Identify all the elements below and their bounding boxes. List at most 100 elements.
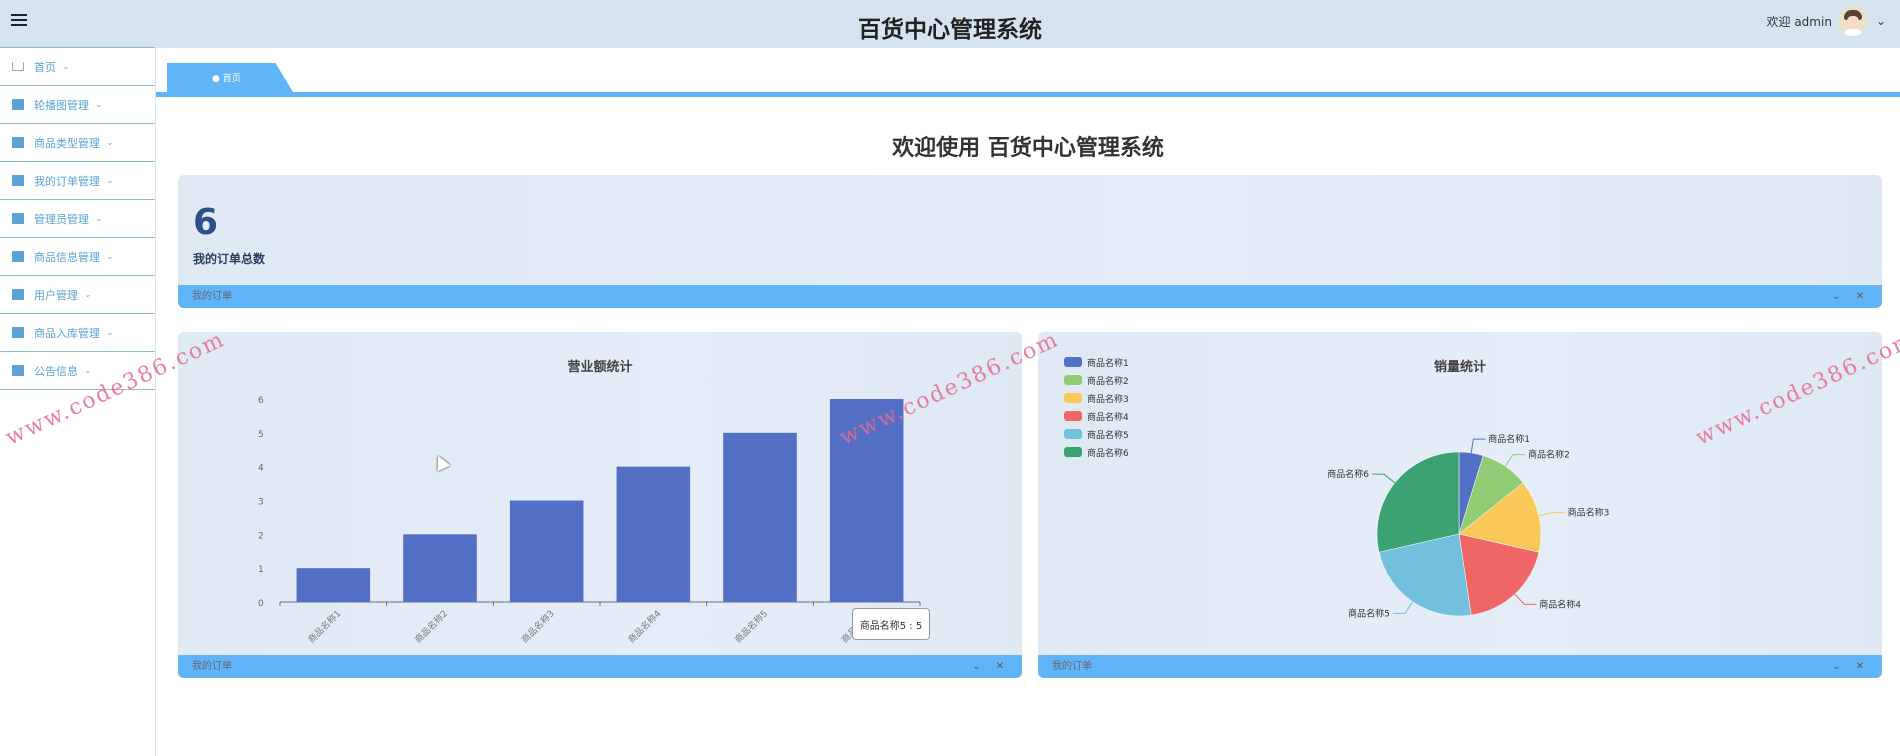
- page-title: 欢迎使用 百货中心管理系统: [892, 136, 1164, 161]
- pie-label-line: [1470, 438, 1486, 453]
- card-footer-label: 我的订单: [192, 291, 232, 302]
- pie-chart-card: 销量统计 商品名称1 商品名称2 商品名称3 商品名称4 商品名称5 商品名称6 商品名称1…: [1038, 332, 1882, 678]
- card-footer: 我的订单 ⌄ ✕: [178, 285, 1882, 308]
- pie-label-line: [1514, 593, 1537, 605]
- y-tick-label: 2: [258, 531, 264, 541]
- chevron-down-icon: ⌄: [84, 289, 92, 300]
- bar: [616, 466, 691, 602]
- building-icon: [12, 327, 24, 338]
- card-footer: 我的订单 ⌄ ✕: [178, 655, 1022, 678]
- pie-label: 商品名称6: [1327, 468, 1369, 480]
- chart-tooltip: 商品名称5 : 5: [852, 608, 930, 640]
- briefcase-icon: [12, 251, 24, 262]
- layout-icon: [12, 99, 24, 110]
- home-icon: [12, 62, 24, 71]
- bar: [509, 500, 584, 602]
- avatar[interactable]: [1837, 6, 1868, 36]
- x-tick-label: 商品名称5: [732, 608, 770, 646]
- ticket-icon: [12, 213, 24, 224]
- chevron-down-icon: ⌄: [84, 365, 92, 376]
- sidebar-item-label: 用户管理: [34, 288, 78, 302]
- sidebar-item-label: 我的订单管理: [34, 174, 100, 188]
- chevron-down-icon: ⌄: [106, 137, 114, 148]
- card-controls[interactable]: ⌄ ✕: [1832, 285, 1870, 308]
- card-controls[interactable]: ⌄ ✕: [972, 655, 1010, 678]
- pie-label: 商品名称1: [1488, 433, 1530, 445]
- y-tick-label: 4: [258, 464, 264, 474]
- award-icon: [12, 289, 24, 300]
- pie-chart: 商品名称1 商品名称2 商品名称3 商品名称4 商品名称5 商品名称6 商品名称1 商品名称2…: [1064, 357, 1610, 619]
- x-tick-label: 商品名称3: [519, 608, 557, 646]
- stat-card: 6 我的订单总数 我的订单 ⌄ ✕: [178, 175, 1882, 308]
- app-title: 百货中心管理系统: [858, 17, 1042, 43]
- sidebar-item-label: 商品类型管理: [34, 136, 100, 150]
- sidebar-item-label: 管理员管理: [34, 212, 89, 226]
- legend-label: 商品名称4: [1087, 411, 1129, 423]
- x-tick-label: 商品名称4: [625, 607, 663, 645]
- sidebar-item-7[interactable]: 商品入库管理 ⌄: [0, 313, 155, 352]
- sidebar-item-label: 商品入库管理: [34, 326, 100, 340]
- pie-label: 商品名称3: [1568, 507, 1610, 519]
- y-tick-label: 1: [258, 565, 264, 575]
- pie-label: 商品名称4: [1539, 598, 1581, 610]
- y-tick-label: 6: [258, 396, 264, 406]
- x-tick-label: 商品名称2: [412, 608, 450, 646]
- legend-label: 商品名称3: [1087, 393, 1129, 405]
- y-tick-label: 0: [258, 599, 264, 609]
- bar: [723, 432, 797, 602]
- sidebar-item-label: 商品信息管理: [34, 250, 100, 264]
- tab-bar-divider: [156, 92, 1900, 97]
- chevron-down-icon: ⌄: [95, 213, 103, 224]
- pie-label-line: [1538, 512, 1565, 517]
- card-footer: 我的订单 ⌄ ✕: [1038, 655, 1882, 678]
- chevron-down-icon: ⌄: [95, 99, 103, 110]
- sidebar-item-2[interactable]: 商品类型管理 ⌄: [0, 123, 155, 162]
- gift-icon: [12, 175, 24, 186]
- card-controls[interactable]: ⌄ ✕: [1832, 655, 1870, 678]
- card-footer-label: 我的订单: [1052, 661, 1092, 672]
- shop-icon: [12, 137, 24, 148]
- legend-swatch: [1064, 375, 1082, 385]
- sidebar-item-0[interactable]: 首页 ⌄: [0, 47, 155, 86]
- legend-swatch: [1064, 429, 1082, 439]
- welcome-text: 欢迎 admin: [1766, 14, 1832, 29]
- sidebar-item-1[interactable]: 轮播图管理 ⌄: [0, 85, 155, 124]
- pie-label-line: [1392, 601, 1414, 614]
- top-header: 百货中心管理系统 欢迎 admin ⌄: [0, 0, 1900, 48]
- pie-label: 商品名称5: [1348, 607, 1390, 619]
- legend-label: 商品名称6: [1087, 447, 1129, 459]
- bar: [403, 534, 477, 602]
- user-menu[interactable]: 欢迎 admin ⌄: [1767, 6, 1886, 36]
- legend-label: 商品名称2: [1087, 375, 1129, 387]
- legend-swatch: [1064, 411, 1082, 421]
- chevron-down-icon[interactable]: ⌄: [1876, 14, 1886, 28]
- card-footer-label: 我的订单: [192, 661, 232, 672]
- chevron-down-icon: ⌄: [106, 251, 114, 262]
- sidebar-item-label: 轮播图管理: [34, 98, 89, 112]
- bar-chart: 0123456商品名称1商品名称2商品名称3商品名称4商品名称5商品名称6: [258, 396, 921, 646]
- legend-swatch: [1064, 393, 1082, 403]
- chevron-down-icon: ⌄: [106, 175, 114, 186]
- tab-bar: ● 首页: [156, 48, 1900, 98]
- sidebar-item-6[interactable]: 用户管理 ⌄: [0, 275, 155, 314]
- sidebar-item-3[interactable]: 我的订单管理 ⌄: [0, 161, 155, 200]
- pie-label-line: [1371, 473, 1396, 484]
- pie-label: 商品名称2: [1528, 449, 1570, 461]
- sidebar-item-label: 公告信息: [34, 364, 78, 378]
- tab-home[interactable]: ● 首页: [167, 63, 293, 92]
- pie-label-line: [1504, 454, 1526, 467]
- chevron-down-icon: ⌄: [106, 327, 114, 338]
- sidebar-item-5[interactable]: 商品信息管理 ⌄: [0, 237, 155, 276]
- legend-swatch: [1064, 447, 1082, 457]
- sidebar-item-label: 首页: [34, 60, 56, 74]
- sidebar-item-4[interactable]: 管理员管理 ⌄: [0, 199, 155, 238]
- y-tick-label: 5: [258, 430, 264, 440]
- legend-label: 商品名称5: [1087, 429, 1129, 441]
- bar: [296, 568, 371, 602]
- chevron-down-icon: ⌄: [62, 61, 70, 72]
- order-count-label: 我的订单总数: [193, 252, 266, 266]
- y-tick-label: 3: [258, 498, 264, 508]
- legend-label: 商品名称1: [1087, 357, 1129, 369]
- order-count: 6: [193, 202, 219, 243]
- x-tick-label: 商品名称1: [305, 608, 343, 646]
